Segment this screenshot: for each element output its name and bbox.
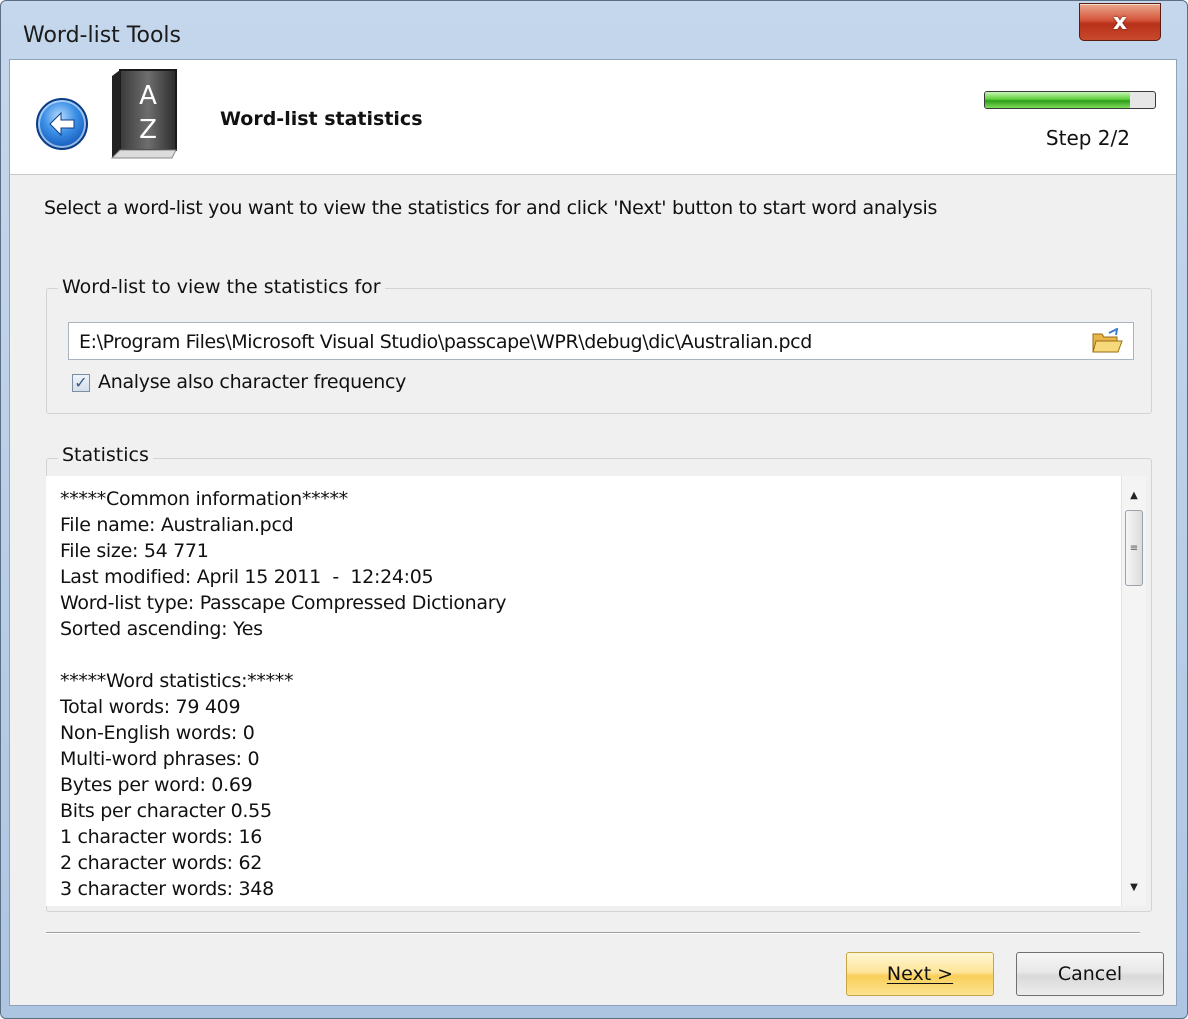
statistics-line: 3 character words: 348	[60, 878, 274, 900]
statistics-line: 1 character words: 16	[60, 826, 263, 848]
open-folder-icon[interactable]	[1091, 328, 1123, 354]
scroll-down-icon[interactable]: ▼	[1122, 876, 1146, 898]
wizard-header: A Z Word-list statistics Step 2/2	[10, 60, 1176, 175]
statistics-line: Multi-word phrases: 0	[60, 748, 260, 770]
step-progress-bar	[984, 91, 1156, 109]
statistics-line: Total words: 79 409	[60, 696, 241, 718]
dialog-window: Word-list Tools x A Z Word-list statisti…	[0, 0, 1188, 1019]
dialog-client-area: A Z Word-list statistics Step 2/2 Select…	[9, 59, 1177, 1006]
svg-text:Z: Z	[139, 115, 157, 145]
statistics-line: Bytes per word: 0.69	[60, 774, 253, 796]
svg-text:A: A	[139, 81, 157, 111]
footer-separator	[46, 932, 1140, 934]
statistics-line: *****Common information*****	[60, 488, 348, 510]
statistics-text: *****Common information***** File name: A…	[60, 486, 507, 902]
scroll-up-icon[interactable]: ▲	[1122, 484, 1146, 506]
statistics-line: Sorted ascending: Yes	[60, 618, 263, 640]
statistics-line: Bits per character 0.55	[60, 800, 272, 822]
statistics-line: File name: Australian.pcd	[60, 514, 294, 536]
statistics-line: 2 character words: 62	[60, 852, 263, 874]
instruction-text: Select a word-list you want to view the …	[44, 197, 938, 219]
cancel-button[interactable]: Cancel	[1016, 952, 1164, 996]
page-title: Word-list statistics	[220, 108, 423, 130]
title-bar[interactable]: Word-list Tools x	[1, 1, 1187, 61]
next-button-label: Next >	[886, 963, 954, 985]
statistics-textarea[interactable]: *****Common information***** File name: A…	[46, 476, 1146, 906]
dictionary-book-icon: A Z	[110, 69, 177, 159]
character-frequency-checkbox[interactable]: ✓	[72, 374, 90, 392]
close-icon: x	[1112, 9, 1128, 35]
scroll-thumb[interactable]: ≡	[1125, 510, 1143, 586]
character-frequency-label[interactable]: Analyse also character frequency	[98, 371, 406, 393]
window-title: Word-list Tools	[23, 23, 181, 48]
statistics-line: Last modified: April 15 2011 - 12:24:05	[60, 566, 434, 588]
progress-fill	[985, 92, 1130, 108]
wordlist-group-label: Word-list to view the statistics for	[58, 276, 385, 298]
statistics-group-label: Statistics	[58, 444, 153, 466]
statistics-line: File size: 54 771	[60, 540, 209, 562]
wordlist-path-value: E:\Program Files\Microsoft Visual Studio…	[79, 331, 812, 353]
statistics-line: Word-list type: Passcape Compressed Dict…	[60, 592, 507, 614]
statistics-scrollbar[interactable]: ▲ ≡ ▼	[1121, 476, 1146, 906]
statistics-line	[60, 642, 506, 668]
next-button[interactable]: Next >	[846, 952, 994, 996]
close-button[interactable]: x	[1079, 3, 1161, 41]
statistics-line: Non-English words: 0	[60, 722, 255, 744]
step-indicator: Step 2/2	[1045, 126, 1130, 150]
back-button[interactable]	[36, 98, 88, 150]
back-arrow-icon	[49, 111, 75, 137]
wordlist-path-input[interactable]: E:\Program Files\Microsoft Visual Studio…	[68, 322, 1134, 360]
statistics-line: *****Word statistics:*****	[60, 670, 294, 692]
